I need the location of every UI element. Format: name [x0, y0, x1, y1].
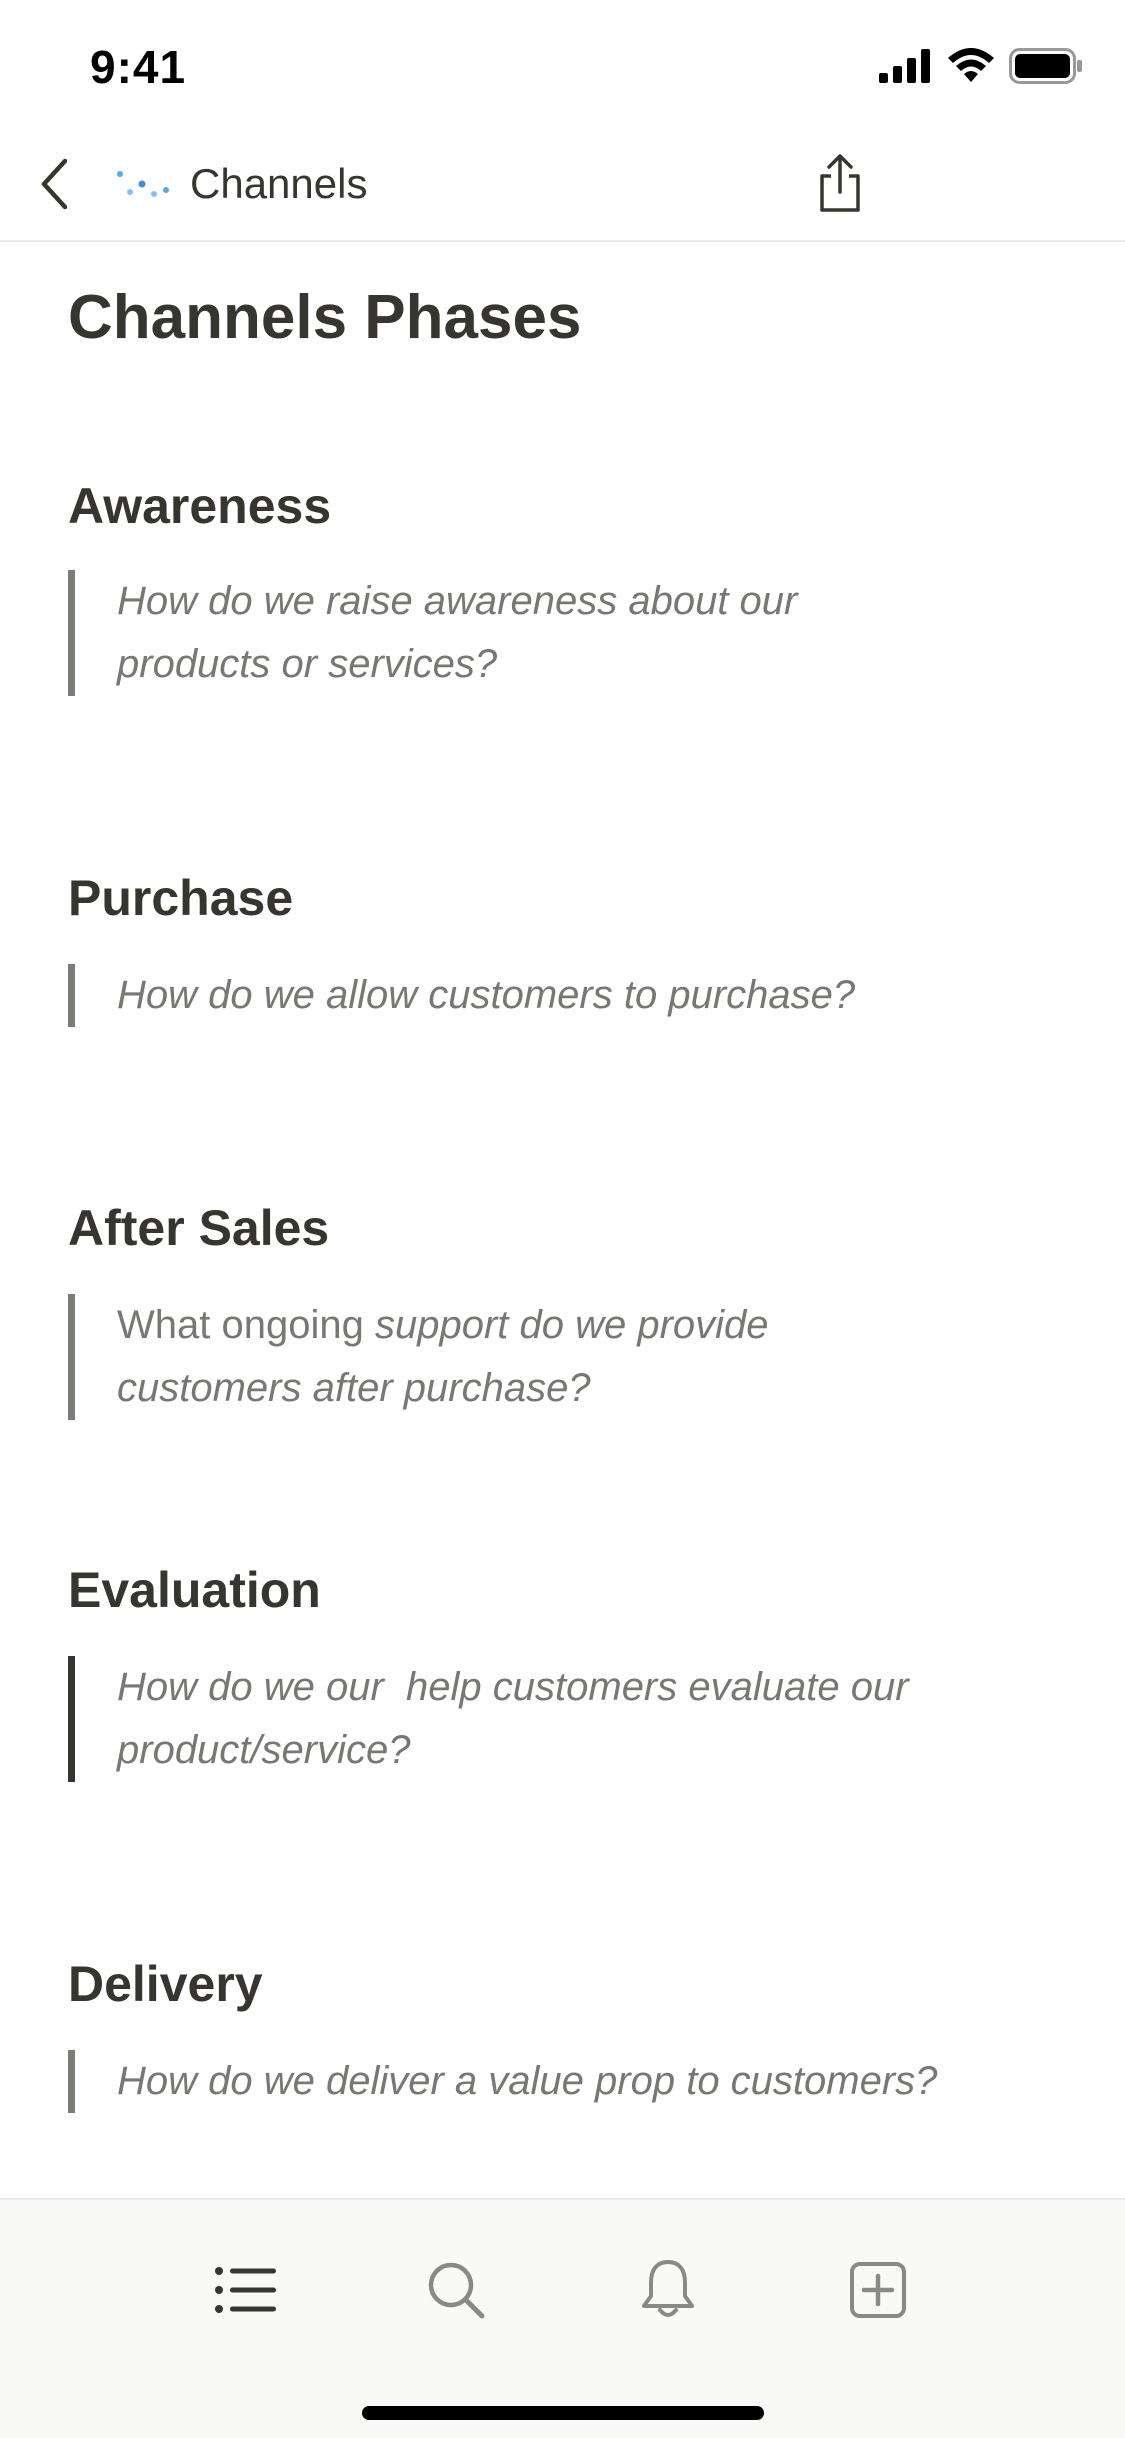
heading-delivery[interactable]: Delivery: [68, 1952, 263, 2016]
quote-purchase[interactable]: How do we allow customers to purchase?: [68, 964, 1008, 1027]
wifi-icon: [948, 48, 994, 82]
tab-search[interactable]: [418, 2252, 494, 2328]
heading-after-sales[interactable]: After Sales: [68, 1196, 329, 1260]
status-bar: 9:41: [0, 0, 1125, 132]
nav-bar: Channels: [0, 132, 1125, 242]
new-page-icon: [850, 2262, 906, 2318]
tab-updates[interactable]: [630, 2252, 706, 2328]
quote-line: How do we allow customers to purchase?: [117, 973, 856, 1017]
quote-delivery[interactable]: How do we deliver a value prop to custom…: [68, 2050, 1008, 2113]
tab-bar: [0, 2198, 1125, 2438]
home-indicator: [362, 2406, 764, 2420]
heading-awareness[interactable]: Awareness: [68, 474, 331, 538]
back-button[interactable]: [24, 152, 84, 216]
battery-icon: [1009, 48, 1082, 84]
page-title[interactable]: Channels Phases: [68, 278, 581, 358]
quote-line: What ongoing support do we provide: [117, 1294, 1008, 1357]
quote-line: How do we our help customers evaluate ou…: [117, 1665, 909, 1709]
status-time: 9:41: [90, 41, 187, 93]
heading-purchase[interactable]: Purchase: [68, 866, 293, 930]
search-icon: [428, 2262, 485, 2319]
quote-line: customers after purchase?: [117, 1366, 591, 1410]
nav-title: Channels: [190, 160, 368, 207]
quote-evaluation[interactable]: How do we our help customers evaluate ou…: [68, 1656, 1008, 1782]
status-icons: [879, 48, 1083, 84]
quote-text-upright: What ongoing: [117, 1303, 375, 1347]
list-icon: [215, 2267, 276, 2313]
tab-new-page[interactable]: [840, 2252, 916, 2328]
quote-line: products or services?: [117, 642, 498, 686]
share-icon: [820, 154, 860, 212]
quote-line: product/service?: [117, 1728, 411, 1772]
quote-line: How do we deliver a value prop to custom…: [117, 2059, 938, 2103]
sparkle-dots-icon: [117, 171, 169, 197]
quote-line: How do we raise awareness about our: [117, 579, 798, 623]
quote-text-italic: support do we provide: [374, 1303, 769, 1347]
quote-after-sales[interactable]: What ongoing support do we provide custo…: [68, 1294, 1008, 1420]
tab-pages[interactable]: [208, 2252, 284, 2328]
chevron-left-icon: [41, 158, 68, 210]
share-button[interactable]: [808, 144, 872, 224]
heading-evaluation[interactable]: Evaluation: [68, 1558, 321, 1622]
bell-icon: [642, 2260, 694, 2317]
cellular-signal-icon: [879, 49, 930, 83]
quote-awareness[interactable]: How do we raise awareness about our prod…: [68, 570, 1008, 696]
